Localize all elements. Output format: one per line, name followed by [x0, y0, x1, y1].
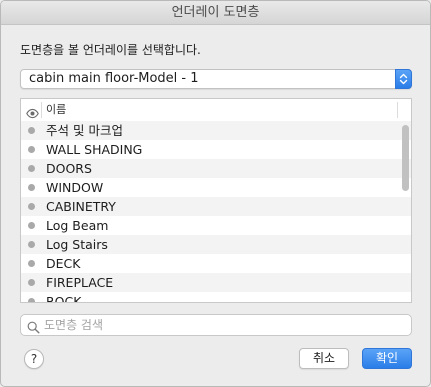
- column-divider[interactable]: [397, 102, 398, 118]
- layer-name: Log Beam: [46, 218, 109, 233]
- list-item[interactable]: WALL SHADING: [21, 140, 411, 159]
- list-scrollbar[interactable]: [402, 125, 409, 191]
- up-down-chevron-icon[interactable]: [395, 69, 412, 89]
- list-item[interactable]: WINDOW: [21, 178, 411, 197]
- column-divider[interactable]: [41, 102, 42, 118]
- visibility-dot-icon[interactable]: [28, 146, 35, 153]
- layer-name: 주석 및 마크업: [46, 123, 123, 138]
- visibility-dot-icon[interactable]: [28, 203, 35, 210]
- layer-search-field[interactable]: [20, 314, 412, 336]
- layer-table: 이름 주석 및 마크업 WALL SHADING DOORS WINDOW CA…: [20, 98, 412, 303]
- visibility-dot-icon[interactable]: [28, 127, 35, 134]
- list-item[interactable]: ROCK: [21, 292, 411, 302]
- list-item[interactable]: 주석 및 마크업: [21, 121, 411, 140]
- visibility-dot-icon[interactable]: [28, 279, 35, 286]
- layer-name: Log Stairs: [46, 237, 108, 252]
- ok-button[interactable]: 확인: [362, 348, 412, 369]
- list-item[interactable]: FIREPLACE: [21, 273, 411, 292]
- underlay-select-value: cabin main floor-Model - 1: [29, 71, 199, 86]
- cancel-button[interactable]: 취소: [299, 348, 349, 369]
- list-item[interactable]: DOORS: [21, 159, 411, 178]
- underlay-layers-dialog: 언더레이 도면층 도면층을 볼 언더레이를 선택합니다. cabin main …: [0, 0, 431, 387]
- window-title: 언더레이 도면층: [1, 1, 430, 25]
- list-item[interactable]: Log Stairs: [21, 235, 411, 254]
- search-icon: [27, 319, 40, 338]
- layer-search-input[interactable]: [44, 316, 404, 334]
- layer-name: CABINETRY: [46, 199, 116, 214]
- visibility-dot-icon[interactable]: [28, 260, 35, 267]
- visibility-dot-icon[interactable]: [28, 165, 35, 172]
- visibility-dot-icon[interactable]: [28, 222, 35, 229]
- visibility-dot-icon[interactable]: [28, 298, 35, 302]
- layer-name: ROCK: [46, 294, 82, 302]
- underlay-select[interactable]: cabin main floor-Model - 1: [20, 69, 412, 89]
- help-button[interactable]: ?: [24, 349, 44, 369]
- layer-list: 주석 및 마크업 WALL SHADING DOORS WINDOW CABIN…: [21, 121, 411, 302]
- visibility-dot-icon[interactable]: [28, 241, 35, 248]
- layer-name: WINDOW: [46, 180, 104, 195]
- layer-name: WALL SHADING: [46, 142, 143, 157]
- instruction-text: 도면층을 볼 언더레이를 선택합니다.: [20, 43, 201, 57]
- list-item[interactable]: Log Beam: [21, 216, 411, 235]
- list-item[interactable]: CABINETRY: [21, 197, 411, 216]
- layer-name: DECK: [46, 256, 81, 271]
- table-header: 이름: [21, 99, 411, 122]
- layer-name: FIREPLACE: [46, 275, 114, 290]
- layer-name: DOORS: [46, 161, 92, 176]
- column-header-name[interactable]: 이름: [46, 99, 66, 121]
- visibility-dot-icon[interactable]: [28, 184, 35, 191]
- list-item[interactable]: DECK: [21, 254, 411, 273]
